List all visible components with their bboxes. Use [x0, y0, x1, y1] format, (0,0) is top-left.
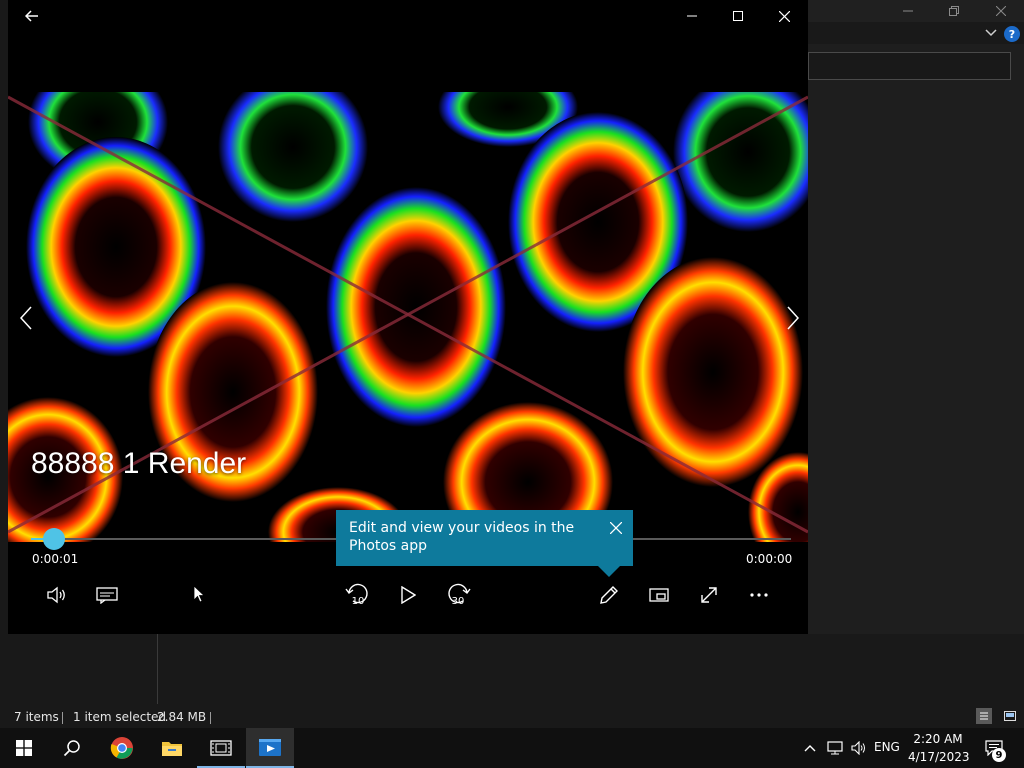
more-options-button[interactable] [744, 580, 774, 610]
search-icon [63, 740, 80, 757]
close-icon [996, 6, 1006, 16]
status-separator [210, 712, 211, 724]
play-button[interactable] [393, 580, 423, 610]
arrow-left-icon [25, 10, 38, 22]
volume-tray-button[interactable] [848, 728, 870, 768]
clock-time: 2:20 AM [913, 732, 963, 746]
taskbar-movies-tv[interactable] [246, 728, 294, 768]
explorer-status-bar: 7 items 1 item selected 2.84 MB [0, 704, 1024, 728]
network-icon [827, 741, 843, 755]
maximize-icon [733, 11, 743, 21]
explorer-search-box[interactable] [808, 52, 1011, 80]
folder-icon [162, 742, 182, 756]
details-view-button[interactable] [976, 708, 992, 724]
ribbon-expand-button[interactable] [984, 26, 998, 40]
remaining-time: 0:00:00 [746, 552, 793, 566]
close-icon [610, 522, 622, 534]
next-button[interactable] [779, 300, 807, 336]
details-view-icon [980, 712, 988, 720]
explorer-left-edge [0, 0, 8, 634]
movies-tv-icon [259, 739, 281, 756]
mouse-cursor [190, 582, 208, 606]
network-button[interactable] [824, 728, 846, 768]
taskbar-chrome[interactable] [98, 728, 146, 768]
maximize-button[interactable] [715, 4, 761, 28]
close-button[interactable] [761, 4, 807, 28]
speaker-icon [851, 741, 865, 755]
minimize-icon [903, 10, 913, 12]
explorer-minimize-button[interactable] [885, 0, 931, 22]
help-button[interactable]: ? [1004, 26, 1020, 42]
volume-button[interactable] [42, 580, 72, 610]
skip-forward-button[interactable]: 30 [442, 578, 474, 610]
chevron-right-icon [787, 306, 799, 330]
mini-view-icon [649, 588, 669, 602]
skip-forward-label: 30 [452, 596, 465, 607]
tip-text: Edit and view your videos in the Photos … [349, 520, 575, 554]
status-size: 2.84 MB [157, 710, 207, 724]
explorer-navigation-pane [0, 634, 158, 704]
tip-pointer [598, 566, 620, 577]
explorer-close-button[interactable] [978, 0, 1024, 22]
skip-back-button[interactable]: 10 [342, 578, 374, 610]
input-language[interactable]: ENG [874, 740, 900, 754]
previous-button[interactable] [12, 300, 40, 336]
explorer-restore-button[interactable] [931, 0, 977, 22]
taskbar-video-editor[interactable] [197, 728, 245, 768]
seek-bar-thumb[interactable] [42, 528, 65, 550]
forward-30-icon: 30 [448, 583, 471, 607]
restore-icon [949, 6, 959, 16]
status-selection: 1 item selected [73, 710, 167, 724]
taskbar: ENG 2:20 AM 4/17/2023 [0, 728, 1024, 768]
elapsed-time: 0:00:01 [32, 552, 79, 566]
clock-date: 4/17/2023 [908, 750, 970, 764]
film-icon [210, 740, 232, 756]
expand-icon [701, 587, 717, 603]
chevron-left-icon [20, 306, 32, 330]
minimize-button[interactable] [669, 4, 715, 28]
chevron-down-icon [985, 29, 997, 37]
explorer-file-list [158, 634, 1024, 704]
chrome-icon [110, 737, 133, 759]
action-center-button[interactable] [978, 728, 1010, 768]
cursor-icon [193, 585, 205, 603]
play-icon [401, 586, 416, 604]
video-title: 88888 1 Render [31, 447, 247, 480]
skip-back-label: 10 [352, 596, 365, 607]
edit-button[interactable] [594, 580, 624, 610]
back-button[interactable] [18, 4, 46, 28]
mini-view-button[interactable] [644, 580, 674, 610]
notification-count-badge: 9 [992, 748, 1006, 762]
tip-close-button[interactable] [607, 519, 625, 537]
help-icon: ? [1008, 27, 1016, 41]
rewind-10-icon: 10 [345, 583, 368, 607]
explorer-titlebar [808, 0, 1024, 22]
fullscreen-button[interactable] [694, 580, 724, 610]
captions-button[interactable] [92, 580, 122, 610]
large-icons-view-icon [1004, 711, 1016, 721]
ellipsis-icon [750, 593, 768, 597]
photos-app-tip: Edit and view your videos in the Photos … [336, 510, 633, 577]
captions-icon [96, 587, 118, 604]
search-button[interactable] [48, 728, 96, 768]
show-hidden-icons-button[interactable] [800, 728, 820, 768]
windows-logo-icon [16, 740, 32, 756]
chevron-up-icon [804, 745, 816, 752]
taskbar-file-explorer[interactable] [148, 728, 196, 768]
status-item-count: 7 items [14, 710, 59, 724]
start-button[interactable] [0, 728, 48, 768]
clock[interactable]: 2:20 AM 4/17/2023 [908, 730, 970, 766]
minimize-icon [687, 15, 697, 17]
pencil-icon [600, 586, 618, 604]
large-icons-view-button[interactable] [1002, 708, 1018, 724]
close-icon [778, 10, 790, 22]
speaker-icon [47, 586, 65, 604]
status-separator [62, 712, 63, 724]
